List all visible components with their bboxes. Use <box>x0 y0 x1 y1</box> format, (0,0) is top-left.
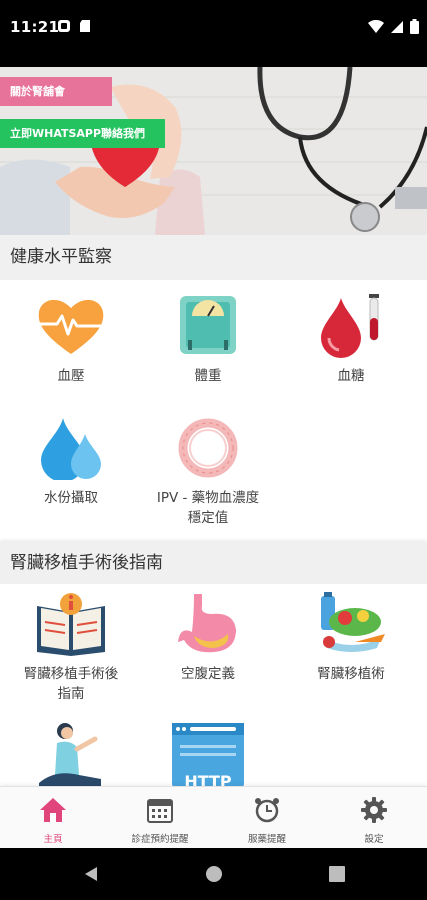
info-book-icon <box>37 593 105 656</box>
tile-label: 血糖 <box>337 368 365 384</box>
tile-ipv[interactable]: IPV - 藥物血濃度 穩定值 <box>137 416 279 528</box>
tile-label: IPV - 藥物血濃度 穩定值 <box>137 488 279 528</box>
status-time: 11:21 <box>10 18 60 36</box>
tile-kidney-transplant[interactable]: 腎臟移植術 <box>280 592 422 684</box>
tile-label-line1: 腎臟移植手術後 <box>23 666 119 682</box>
tile-fasting-definition[interactable]: 空腹定義 <box>137 592 279 684</box>
ring-icon <box>178 418 238 478</box>
healthy-food-icon <box>321 592 385 652</box>
cell-signal-icon <box>391 20 403 33</box>
nav-home[interactable]: 主頁 <box>0 787 106 849</box>
heart-pulse-icon <box>38 299 104 354</box>
tile-weight[interactable]: 體重 <box>137 294 279 386</box>
scale-icon <box>180 296 236 354</box>
tile-label: 空腹定義 <box>181 666 235 682</box>
tile-label: 血壓 <box>57 368 85 384</box>
http-icon: HTTP <box>172 723 244 786</box>
tile-blood-sugar[interactable]: 血糖 <box>280 294 422 386</box>
water-drops-icon <box>41 418 101 482</box>
nav-label: 設定 <box>364 834 384 845</box>
calendar-icon <box>147 799 173 823</box>
svg-text:HTTP: HTTP <box>184 772 232 786</box>
nav-label: 主頁 <box>43 834 63 845</box>
tile-water-intake[interactable]: 水份攝取 <box>0 416 142 508</box>
bottom-nav: 主頁 診症預約提醒 服藥提醒 設定 <box>0 786 427 849</box>
home-icon <box>40 798 66 822</box>
sd-card-icon <box>80 20 90 32</box>
tile-label-line2: 穩定值 <box>187 510 229 526</box>
yoga-person-icon <box>39 723 101 786</box>
nav-label: 診症預約提醒 <box>131 834 189 845</box>
tile-blood-pressure[interactable]: 血壓 <box>0 294 142 386</box>
back-icon[interactable] <box>82 865 100 883</box>
gear-icon <box>361 797 387 823</box>
tile-label-line2: 指南 <box>57 686 85 702</box>
nav-label: 服藥提醒 <box>247 834 286 845</box>
guide-section-title: 腎臟移植手術後指南 <box>0 542 427 584</box>
nav-medication-reminder[interactable]: 服藥提醒 <box>214 787 320 849</box>
alarm-clock-icon <box>255 798 279 823</box>
tile-label: 水份攝取 <box>44 490 98 506</box>
status-system-icons <box>368 19 419 34</box>
health-section-title: 健康水平監察 <box>0 235 427 280</box>
tile-http[interactable]: HTTP <box>137 716 279 786</box>
recents-icon[interactable] <box>329 866 345 882</box>
hero-banner: 關於腎舖會 立即WHATSAPP聯絡我們 <box>0 67 427 235</box>
home-circle-icon[interactable] <box>205 865 223 883</box>
wifi-icon <box>368 19 384 33</box>
stomach-icon <box>178 594 236 653</box>
battery-icon <box>410 19 419 34</box>
tile-label: 腎臟移植術 <box>317 666 385 682</box>
tile-label-line1: IPV - 藥物血濃度 <box>156 490 260 506</box>
whatsapp-contact-button[interactable]: 立即WHATSAPP聯絡我們 <box>0 119 165 148</box>
tile-label: 體重 <box>194 368 222 384</box>
system-nav-bar <box>0 848 427 900</box>
blood-drop-tube-icon <box>321 294 379 358</box>
status-notification-icons <box>57 19 91 33</box>
tile-exercise[interactable] <box>0 716 142 786</box>
status-bar: 11:21 <box>0 0 427 67</box>
tile-label: 腎臟移植手術後 指南 <box>0 664 142 704</box>
nav-appointment-reminder[interactable]: 診症預約提醒 <box>107 787 213 849</box>
tile-transplant-guide[interactable]: 腎臟移植手術後 指南 <box>0 592 142 704</box>
about-button[interactable]: 關於腎舖會 <box>0 77 112 106</box>
nav-settings[interactable]: 設定 <box>321 787 427 849</box>
notification-app-icon <box>58 20 70 32</box>
